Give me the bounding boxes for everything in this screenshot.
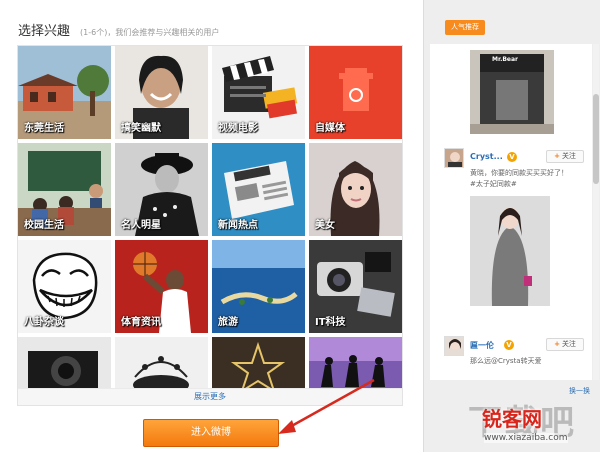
avatar[interactable]	[444, 336, 464, 356]
sidebar-scrollbar[interactable]	[593, 44, 599, 380]
username-link[interactable]: 匾一伦	[470, 340, 494, 351]
page-subtitle: (1-6个)，我们会推荐与兴趣相关的用户	[80, 28, 220, 37]
enter-weibo-button[interactable]: 进入微博	[143, 419, 279, 447]
title-row: 选择兴趣 (1-6个)，我们会推荐与兴趣相关的用户	[18, 20, 220, 39]
interest-label: 自媒体	[315, 123, 345, 134]
follow-button[interactable]: + 关注	[546, 150, 584, 163]
watermark-brand: 锐客网	[482, 407, 542, 431]
recommend-feed: Mr.Bear Cryst... V + 关注 黄晓，你要的同款买买买好了！ #太…	[430, 44, 592, 380]
username-link[interactable]: Cryst...	[470, 152, 503, 161]
interest-tile-sports[interactable]: 体育资讯	[115, 240, 208, 333]
popular-recommend-tag: 人气推荐	[445, 20, 485, 35]
vintage-camera-photo	[18, 337, 111, 388]
interest-label: 美女	[315, 220, 335, 231]
music-notes-photo	[115, 337, 208, 388]
interest-tile-news[interactable]: 新闻热点	[212, 143, 305, 236]
interest-tile-self-media[interactable]: 自媒体	[309, 46, 402, 139]
interest-tile-funny[interactable]: 搞笑幽默	[115, 46, 208, 139]
model-photo[interactable]	[470, 196, 550, 306]
interest-tile-campus-life[interactable]: 校园生活	[18, 143, 111, 236]
post-text: 那么远@Crysta转天爱	[470, 357, 542, 365]
shop-sign: Mr.Bear	[492, 56, 519, 63]
interest-label: 旅游	[218, 317, 238, 328]
interest-label: 东莞生活	[24, 123, 64, 134]
interest-label: 名人明星	[121, 220, 161, 231]
post-text: 黄晓，你要的同款买买买好了！	[470, 169, 568, 177]
interest-tile-travel[interactable]: 旅游	[212, 240, 305, 333]
watermark-url: www.xiazaiba.com	[484, 433, 568, 443]
plus-icon: +	[554, 152, 560, 160]
interest-label: 校园生活	[24, 220, 64, 231]
interest-tile-photography[interactable]	[18, 337, 111, 388]
interest-tile-it-tech[interactable]: IT科技	[309, 240, 402, 333]
interest-label: 新闻热点	[218, 220, 258, 231]
recommend-sidebar: 人气推荐 Mr.Bear Cryst... V + 关注 黄晓，你要的同款买买买好…	[423, 0, 600, 452]
follow-label: 关注	[561, 340, 576, 348]
interest-label: 八卦杂谈	[24, 317, 64, 328]
scrollbar-thumb[interactable]	[593, 94, 599, 184]
interest-label: 体育资讯	[121, 317, 161, 328]
interest-tile-music[interactable]	[115, 337, 208, 388]
interest-tile-video-movie[interactable]: 视频电影	[212, 46, 305, 139]
interest-label: 搞笑幽默	[121, 123, 161, 134]
interest-label: 视频电影	[218, 123, 258, 134]
interest-grid-box: 东莞生活 搞笑幽默 视频电影 自媒体 校园生活 名人明星 新闻热点 美女 八卦杂…	[17, 45, 403, 406]
interest-label: IT科技	[315, 317, 346, 328]
follow-label: 关注	[561, 152, 576, 160]
interest-grid: 东莞生活 搞笑幽默 视频电影 自媒体 校园生活 名人明星 新闻热点 美女 八卦杂…	[18, 46, 402, 388]
interest-selection-panel: 选择兴趣 (1-6个)，我们会推荐与兴趣相关的用户 东莞生活 搞笑幽默 视频电影…	[0, 0, 414, 452]
interest-tile-gossip[interactable]: 八卦杂谈	[18, 240, 111, 333]
interest-tile-celebrities[interactable]: 名人明星	[115, 143, 208, 236]
interest-tile-dongguan-life[interactable]: 东莞生活	[18, 46, 111, 139]
verified-badge: V	[507, 152, 517, 162]
post-hashtag[interactable]: #太子妃同款#	[470, 179, 517, 189]
site-watermark: 下载吧 锐客网 www.xiazaiba.com	[462, 395, 598, 450]
interest-tile-beauty[interactable]: 美女	[309, 143, 402, 236]
follow-button[interactable]: + 关注	[546, 338, 584, 351]
page-title: 选择兴趣	[18, 24, 71, 39]
user-avatar-icon	[445, 149, 463, 167]
red-arrow-annotation	[278, 378, 375, 434]
verified-badge: V	[504, 340, 514, 350]
plus-icon: +	[554, 340, 560, 348]
avatar[interactable]	[444, 148, 464, 168]
user-avatar-icon	[445, 337, 463, 355]
